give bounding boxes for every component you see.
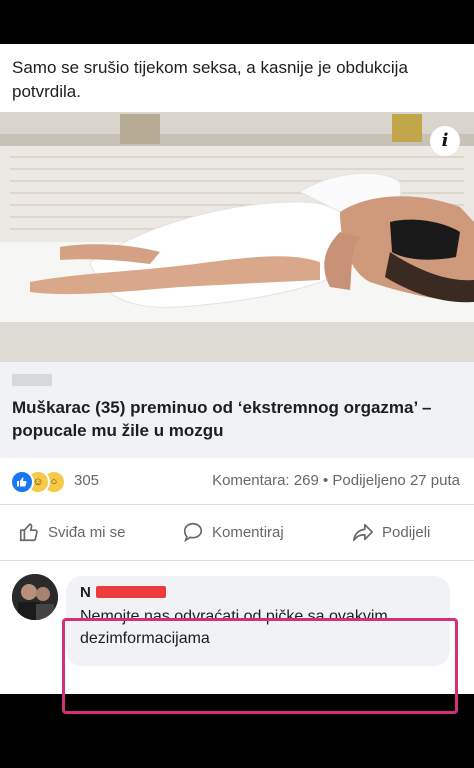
like-icon [10, 470, 34, 494]
share-button[interactable]: Podijeli [352, 520, 430, 544]
comment-button-label: Komentiraj [212, 523, 284, 541]
comment-author[interactable]: N [80, 584, 91, 601]
redacted-name [96, 586, 166, 598]
post-actions: Sviđa mi se Komentiraj Podijeli [0, 504, 474, 561]
post-photo[interactable]: i [0, 112, 474, 362]
share-button-label: Podijeli [382, 523, 431, 541]
highlight-frame [62, 618, 458, 714]
post-card: Samo se srušio tijekom seksa, a kasnije … [0, 44, 474, 714]
comments-shares-summary[interactable]: Komentara: 269 • Podijeljeno 27 puta [212, 472, 460, 489]
share-icon [353, 523, 373, 542]
link-preview[interactable]: Muškarac (35) preminuo od ‘ekstremnog or… [0, 362, 474, 458]
source-domain-placeholder [12, 374, 52, 386]
avatar[interactable] [12, 574, 58, 620]
comment-section: N Nemojte nas odvraćati od pičke sa ovak… [0, 560, 474, 714]
post-caption: Samo se srušio tijekom seksa, a kasnije … [12, 58, 408, 101]
link-headline[interactable]: Muškarac (35) preminuo od ‘ekstremnog or… [12, 396, 462, 442]
post-stats: ☺ ○ 305 Komentara: 269 • Podijeljeno 27 … [0, 458, 474, 505]
comment-icon [183, 522, 203, 543]
reaction-count: 305 [74, 472, 100, 489]
thumb-up-icon [19, 523, 38, 542]
like-button[interactable]: Sviđa mi se [18, 520, 126, 544]
thumb-up-glyph [17, 477, 27, 487]
info-icon[interactable]: i [430, 126, 460, 156]
avatar-photo [12, 574, 58, 620]
comment-button[interactable]: Komentiraj [182, 520, 284, 544]
like-button-label: Sviđa mi se [48, 523, 126, 541]
photo-illustration [0, 112, 474, 362]
